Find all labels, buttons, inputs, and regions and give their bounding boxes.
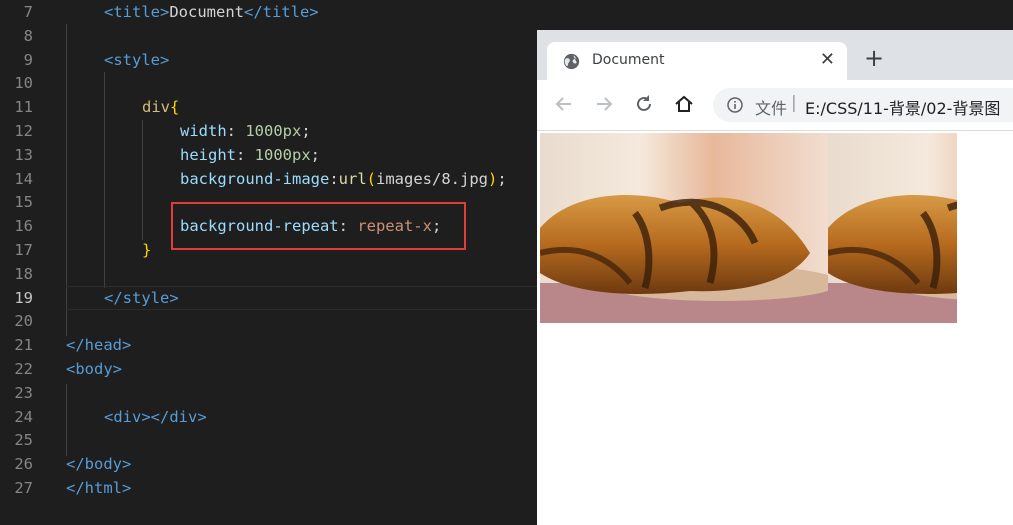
browser-toolbar: 文件 | E:/CSS/11-背景/02-背景图 [537,80,1013,131]
home-icon[interactable] [673,93,695,115]
address-bar[interactable]: 文件 | E:/CSS/11-背景/02-背景图 [713,88,1013,122]
back-arrow-icon[interactable] [553,93,575,115]
code-text: </style> [104,288,179,307]
code-text: </head> [66,336,132,355]
line-number: 9 [23,50,33,69]
line-number: 22 [14,360,33,378]
line-number: 23 [14,383,33,402]
code-line[interactable]: 7 <title>Document</title> [0,0,1013,24]
line-number: 16 [14,217,33,236]
highlight-box [171,202,466,250]
code-text: </body> [66,455,132,474]
reload-icon[interactable] [633,93,655,115]
line-number: 26 [14,455,33,474]
tab-title: Document [592,52,665,68]
url-scheme: 文件 [755,99,788,118]
line-number: 15 [14,193,33,212]
code-text: } [142,241,152,259]
line-number: 14 [14,169,33,188]
line-number: 11 [14,98,33,117]
line-number: 21 [14,336,33,355]
line-number: 17 [14,241,33,259]
close-icon[interactable]: ✕ [820,49,835,70]
code-text: <body> [66,360,122,378]
code-text: <div></div> [104,407,207,426]
code-text: div{ [142,98,180,117]
forward-arrow-icon[interactable] [593,93,615,115]
tab-strip: Document ✕ + [537,30,1013,80]
tab-document[interactable]: Document ✕ [547,42,847,80]
line-number: 19 [14,288,33,307]
line-number: 25 [14,431,33,450]
line-number: 24 [14,407,33,426]
croissant-photo [540,133,828,323]
line-number: 12 [14,122,33,140]
code-text: height: 1000px; [180,145,321,164]
code-text: </html> [66,479,132,497]
line-number: 18 [14,264,33,283]
line-number: 10 [14,74,33,93]
browser-window: Document ✕ + 文件 | E:/CSS/11-背景/02-背景图 [537,30,1013,525]
code-text: <title>Document</title> [104,3,319,21]
code-text: width: 1000px; [180,122,311,140]
line-number: 13 [14,145,33,164]
url-separator: | [791,93,797,113]
globe-icon [563,53,580,70]
line-number: 7 [23,3,33,21]
line-number: 8 [23,26,33,45]
line-number: 20 [14,312,33,331]
croissant-photo-repeat [828,133,957,323]
url-path: E:/CSS/11-背景/02-背景图 [805,99,1001,118]
code-text: background-image:url(images/8.jpg); [180,169,507,188]
page-viewport [537,131,1013,525]
line-number: 27 [14,479,33,497]
background-div [540,133,957,323]
new-tab-button[interactable]: + [864,46,884,70]
code-text: <style> [104,50,170,69]
info-icon[interactable] [727,97,743,113]
